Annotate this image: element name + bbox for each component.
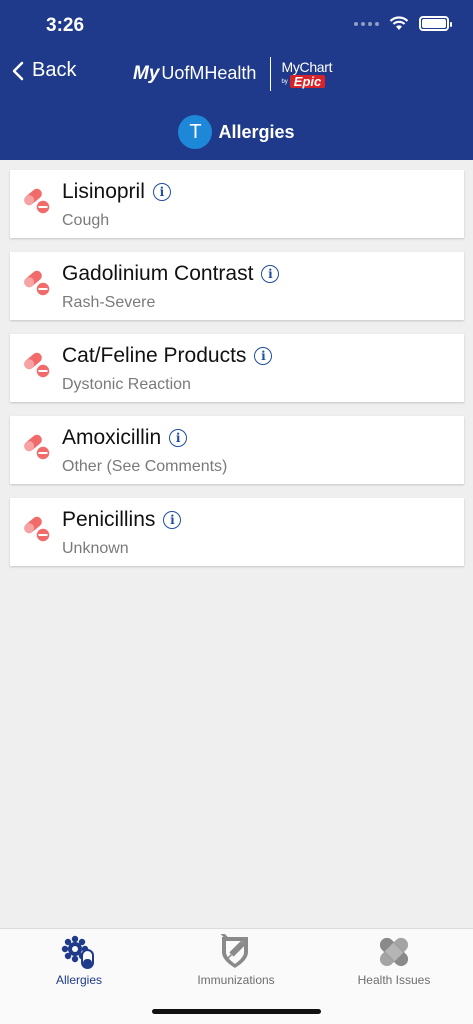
allergy-card[interactable]: Penicillins i Unknown	[10, 498, 464, 566]
pill-icon	[24, 188, 51, 215]
back-label: Back	[32, 59, 77, 81]
tab-allergies[interactable]: Allergies	[0, 933, 158, 993]
status-time: 3:26	[46, 15, 85, 36]
tab-label: Immunizations	[197, 973, 275, 987]
allergy-list: Lisinopril i Cough Gadolinium Contrast i…	[10, 170, 464, 580]
logo: My UofMHealth MyChart by Epic	[133, 57, 333, 91]
uofm-logo: My UofMHealth	[133, 63, 257, 84]
pill-icon	[24, 516, 51, 543]
allergy-name: Lisinopril	[62, 180, 145, 203]
allergies-icon	[59, 933, 99, 971]
mychart-logo: MyChart by Epic	[281, 59, 333, 89]
allergy-reaction: Other (See Comments)	[62, 458, 228, 475]
avatar[interactable]: T	[178, 115, 213, 149]
allergy-card[interactable]: Amoxicillin i Other (See Comments)	[10, 416, 464, 484]
back-button[interactable]: Back	[12, 59, 76, 82]
tab-label: Allergies	[55, 973, 103, 987]
allergy-card[interactable]: Cat/Feline Products i Dystonic Reaction	[10, 334, 464, 402]
info-icon[interactable]: i	[254, 347, 273, 365]
chevron-left-icon	[12, 61, 24, 80]
allergy-reaction: Rash-Severe	[62, 294, 156, 311]
allergy-name: Cat/Feline Products	[62, 344, 247, 367]
logo-divider	[270, 57, 272, 91]
wifi-icon	[389, 16, 409, 30]
page-title: Allergies	[218, 121, 295, 142]
allergy-reaction: Unknown	[62, 540, 129, 557]
info-icon[interactable]: i	[163, 511, 182, 529]
info-icon[interactable]: i	[152, 183, 171, 201]
pill-icon	[24, 270, 51, 297]
allergy-reaction: Dystonic Reaction	[62, 376, 191, 393]
nav-row: Back My UofMHealth MyChart by Epic	[0, 55, 473, 99]
app-header: 3:26 Back My UofMHealth MyChart by Epic …	[0, 0, 473, 160]
syringe-shield-icon	[216, 933, 256, 971]
pill-icon	[24, 352, 51, 379]
tab-health-issues[interactable]: Health Issues	[315, 933, 473, 993]
epic-logo: Epic	[289, 75, 326, 88]
battery-icon	[419, 16, 452, 31]
status-icons	[354, 16, 452, 31]
allergy-card[interactable]: Lisinopril i Cough	[10, 170, 464, 238]
cellular-signal-icon	[354, 21, 379, 26]
info-icon[interactable]: i	[261, 265, 280, 283]
tab-immunizations[interactable]: Immunizations	[157, 933, 315, 993]
allergy-card[interactable]: Gadolinium Contrast i Rash-Severe	[10, 252, 464, 320]
allergy-reaction: Cough	[62, 212, 110, 229]
page-header: T Allergies	[0, 115, 473, 149]
info-icon[interactable]: i	[169, 429, 188, 447]
pill-icon	[24, 434, 51, 461]
tab-label: Health Issues	[357, 973, 431, 987]
allergy-name: Penicillins	[62, 508, 156, 531]
bandage-icon	[374, 933, 414, 971]
home-indicator[interactable]	[152, 1009, 321, 1014]
allergy-name: Amoxicillin	[62, 426, 162, 449]
status-bar: 3:26	[0, 0, 473, 50]
allergy-name: Gadolinium Contrast	[62, 262, 254, 285]
